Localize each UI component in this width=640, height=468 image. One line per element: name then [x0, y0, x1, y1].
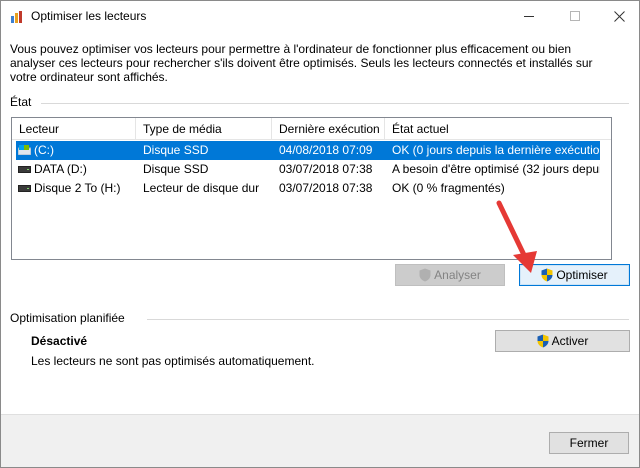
annotation-arrow — [496, 200, 537, 273]
app-icon — [11, 11, 22, 23]
current-state: OK (0 % fragmentés) — [392, 181, 505, 195]
schedule-status: Désactivé — [31, 334, 88, 348]
drive-row-c[interactable]: (C:) Disque SSD 04/08/2018 07:09 OK (0 j… — [12, 141, 611, 160]
uac-shield-icon — [419, 268, 431, 282]
drive-icon — [18, 185, 31, 192]
drives-list-header: Lecteur Type de média Dernière exécution… — [12, 118, 611, 140]
drive-name: Disque 2 To (H:) — [34, 181, 121, 195]
drive-icon — [18, 166, 31, 173]
drive-name: (C:) — [34, 143, 54, 157]
current-state: A besoin d'être optimisé (32 jours depui… — [392, 162, 600, 176]
optimize-label: Optimiser — [556, 268, 608, 282]
drive-row-h[interactable]: Disque 2 To (H:) Lecteur de disque dur 0… — [12, 179, 611, 198]
analyze-label: Analyser — [434, 268, 481, 282]
close-dialog-button[interactable]: Fermer — [549, 432, 629, 454]
title-bar[interactable]: Optimiser les lecteurs — [1, 1, 639, 31]
schedule-section-divider — [147, 319, 629, 320]
minimize-icon — [524, 15, 534, 17]
close-dialog-label: Fermer — [569, 436, 609, 450]
system-drive-icon — [18, 145, 31, 155]
activate-button[interactable]: Activer — [495, 330, 630, 352]
optimize-drives-window: Optimiser les lecteurs Vous pouvez optim… — [0, 0, 640, 468]
maximize-icon — [570, 11, 580, 21]
maximize-button[interactable] — [553, 1, 597, 31]
status-section-label: État — [10, 95, 32, 109]
column-header-last-run[interactable]: Dernière exécution — [272, 118, 385, 140]
footer-bar: Fermer — [1, 414, 639, 467]
description-text: Vous pouvez optimiser vos lecteurs pour … — [10, 42, 593, 84]
column-header-current-state[interactable]: État actuel — [385, 118, 611, 140]
activate-label: Activer — [551, 334, 589, 348]
current-state: OK (0 jours depuis la dernière exécution… — [392, 143, 600, 157]
media-type: Disque SSD — [143, 162, 209, 176]
media-type: Disque SSD — [143, 143, 209, 157]
last-run: 04/08/2018 07:09 — [279, 143, 373, 157]
drive-row-d[interactable]: DATA (D:) Disque SSD 03/07/2018 07:38 A … — [12, 160, 611, 179]
schedule-status-description: Les lecteurs ne sont pas optimisés autom… — [31, 354, 315, 368]
minimize-button[interactable] — [507, 1, 551, 31]
column-header-media-type[interactable]: Type de média — [136, 118, 272, 140]
status-section-divider — [41, 103, 629, 104]
media-type: Lecteur de disque dur — [143, 181, 260, 195]
last-run: 03/07/2018 07:38 — [279, 162, 373, 176]
last-run: 03/07/2018 07:38 — [279, 181, 373, 195]
window-title: Optimiser les lecteurs — [31, 9, 147, 23]
close-icon — [613, 10, 625, 22]
schedule-section-label: Optimisation planifiée — [10, 311, 125, 325]
column-header-drive[interactable]: Lecteur — [12, 118, 136, 140]
uac-shield-icon — [537, 334, 549, 348]
close-button[interactable] — [597, 1, 640, 31]
drive-name: DATA (D:) — [34, 162, 87, 176]
